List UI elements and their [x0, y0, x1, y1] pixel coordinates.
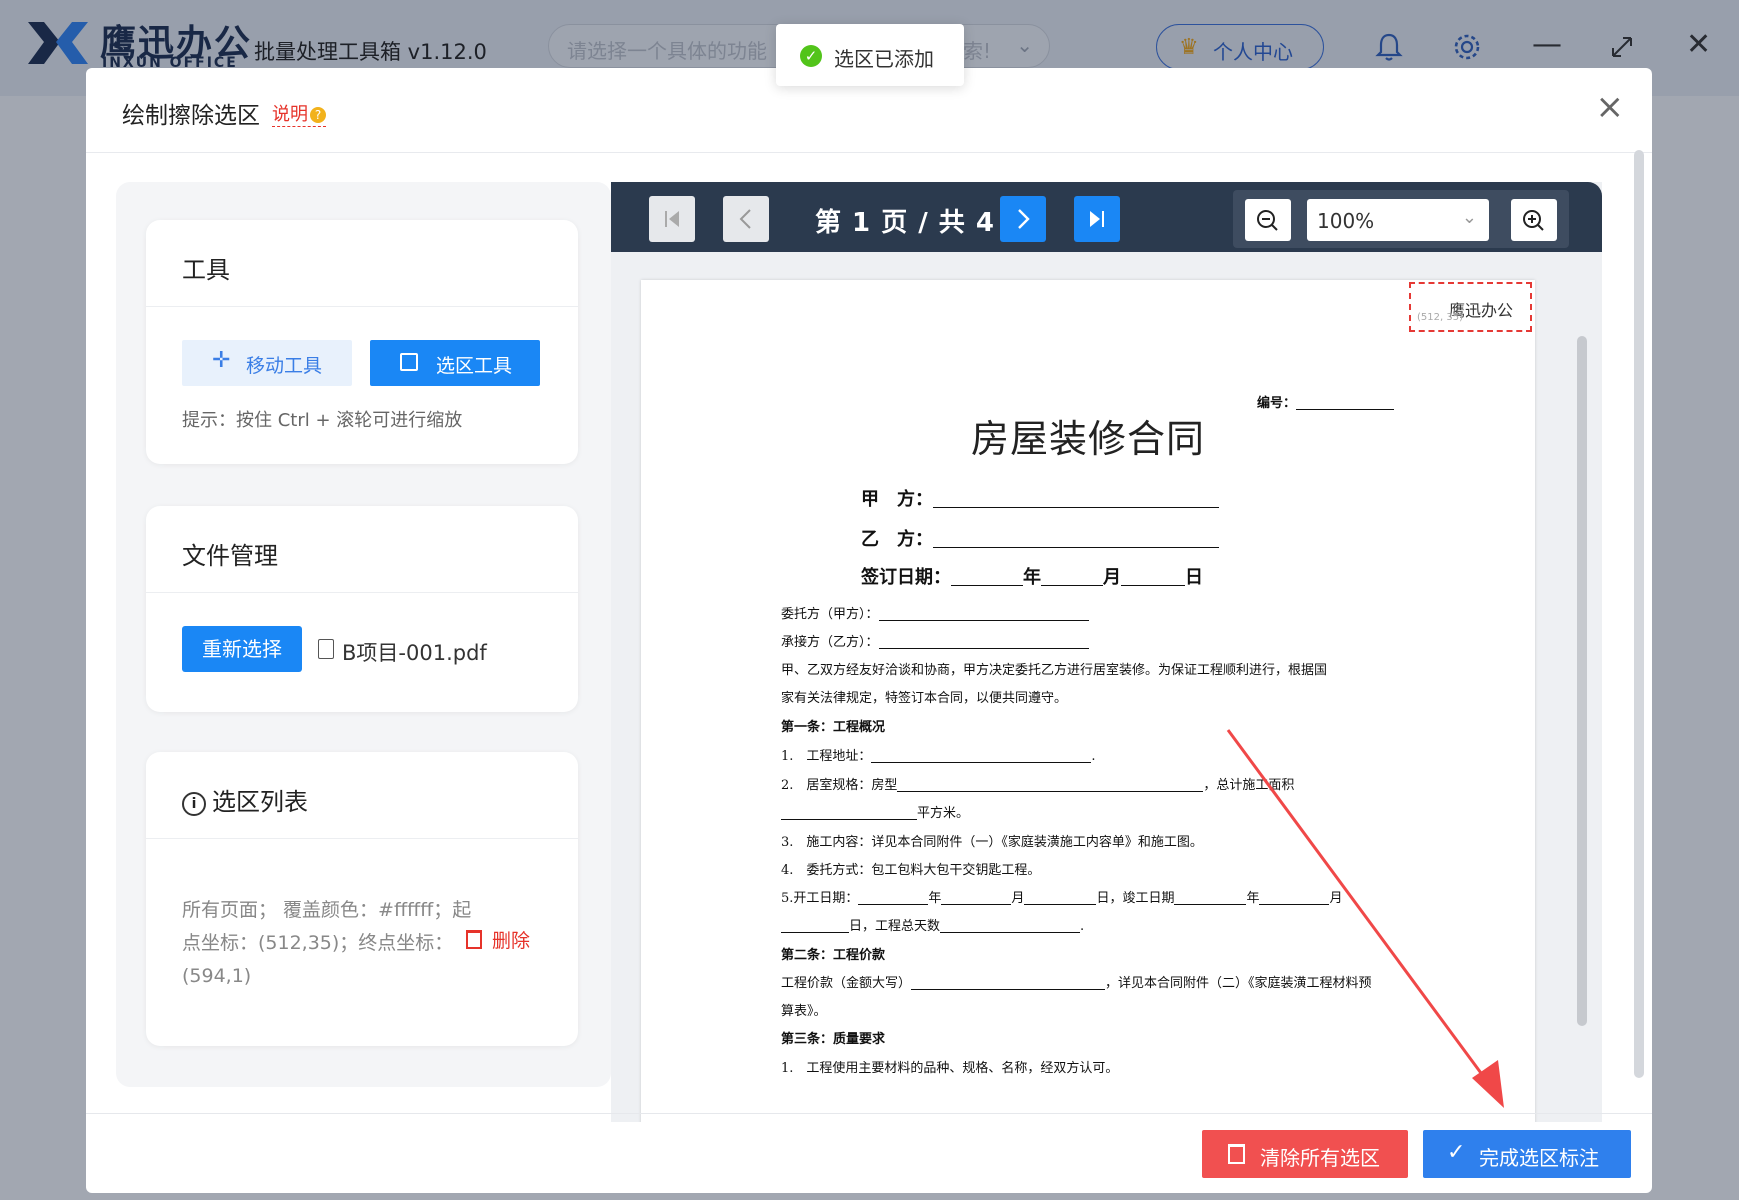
selection-coord-label: (512, 35) — [1417, 312, 1463, 323]
pdf-file-icon — [318, 639, 334, 659]
item-5: 5.开工日期：年月日，竣工日期年月 — [781, 891, 1343, 906]
next-page-button[interactable] — [1000, 196, 1046, 242]
file-name: B项目-001.pdf — [342, 641, 487, 665]
article-3-heading: 第三条：质量要求 — [781, 1032, 886, 1047]
article-2-heading: 第二条：工程价款 — [781, 948, 886, 963]
sign-date-line: 签订日期：年月日 — [861, 567, 1203, 588]
last-page-button[interactable] — [1074, 196, 1120, 242]
item-2-cont: 平方米。 — [781, 802, 969, 821]
move-icon: ✛ — [212, 348, 231, 373]
quality-item-1: 1. 工程使用主要材料的品种、规格、名称，经双方认可。 — [781, 1061, 1119, 1076]
pdf-page[interactable]: 鹰迅办公 (512, 35) 编号： 房屋装修合同 甲 方： 乙 方： 签订日期… — [641, 280, 1535, 1122]
article-1-heading: 第一条：工程概况 — [781, 720, 886, 735]
item-3: 3. 施工内容：详见本合同附件（一）《家庭装潢施工内容单》和施工图。 — [781, 835, 1203, 850]
last-page-icon — [1090, 211, 1104, 227]
item-1: 1. 工程地址：. — [781, 749, 1096, 764]
item-5-cont: 日，工程总天数. — [781, 915, 1084, 934]
question-icon: ? — [310, 107, 326, 123]
selection-list-card: i 选区列表 所有页面； 覆盖颜色：#ffffff；起点坐标：(512,35)；终… — [146, 752, 578, 1046]
tools-card: 工具 ✛ 移动工具 选区工具 提示：按住 Ctrl + 滚轮可进行缩放 — [146, 220, 578, 464]
check-circle-icon: ✓ — [800, 45, 822, 67]
divider — [86, 152, 1652, 153]
clear-all-selections-button[interactable]: 清除所有选区 — [1202, 1130, 1408, 1178]
chevron-right-icon — [1018, 209, 1030, 229]
zoom-in-icon — [1523, 210, 1544, 231]
square-icon — [400, 353, 418, 371]
draw-erase-dialog: 绘制擦除选区 说明? × 工具 ✛ 移动工具 选区工具 提示：按住 Ctrl +… — [86, 68, 1652, 1193]
zoom-controls: 100% ⌄ — [1233, 190, 1569, 248]
item-2: 2. 居室规格：房型 ，总计施工面积 — [781, 778, 1295, 793]
tools-title: 工具 — [182, 256, 230, 284]
divider — [146, 838, 578, 839]
party-a-line: 甲 方： — [861, 485, 1219, 511]
toast-message: 选区已添加 — [834, 47, 934, 71]
select-tool-button[interactable]: 选区工具 — [370, 340, 540, 386]
zoom-out-button[interactable] — [1245, 199, 1291, 241]
select-tool-label: 选区工具 — [436, 355, 513, 377]
file-management-card: 文件管理 重新选择 B项目-001.pdf — [146, 506, 578, 712]
reselect-button[interactable]: 重新选择 — [182, 626, 302, 672]
zoom-hint: 提示：按住 Ctrl + 滚轮可进行缩放 — [182, 410, 463, 431]
intro-line-1: 甲、乙双方经友好洽谈和协商，甲方决定委托乙方进行居室装修。为保证工程顺利进行，根… — [781, 663, 1328, 678]
finish-label: 完成选区标注 — [1479, 1146, 1599, 1170]
trash-icon — [466, 930, 482, 949]
dialog-title: 绘制擦除选区 — [122, 103, 260, 129]
move-tool-label: 移动工具 — [246, 355, 323, 377]
selection-item-text: 所有页面； 覆盖颜色：#ffffff；起点坐标：(512,35)；终点坐标：(5… — [182, 899, 472, 987]
price-line: 工程价款（金额大写） ，详见本合同附件（二）《家庭装潢工程材料预 — [781, 976, 1372, 991]
divider — [146, 592, 578, 593]
selection-list-label: 选区列表 — [212, 788, 308, 816]
pdf-viewer: 第 1 页 / 共 4 页 100% ⌄ 鹰迅办公 (512, 35) 编号： … — [611, 182, 1602, 1122]
zoom-in-button[interactable] — [1511, 199, 1557, 241]
help-label: 说明 — [272, 104, 308, 125]
zoom-out-icon — [1257, 210, 1278, 231]
zoom-value: 100% — [1317, 209, 1375, 233]
info-icon: i — [182, 792, 206, 816]
divider — [86, 1113, 1652, 1114]
help-link[interactable]: 说明? — [272, 100, 326, 127]
document-canvas[interactable]: 鹰迅办公 (512, 35) 编号： 房屋装修合同 甲 方： 乙 方： 签订日期… — [611, 252, 1587, 1122]
delete-label: 删除 — [492, 930, 531, 952]
viewer-toolbar: 第 1 页 / 共 4 页 100% ⌄ — [611, 182, 1602, 252]
clear-all-label: 清除所有选区 — [1260, 1146, 1380, 1170]
zoom-select[interactable]: 100% ⌄ — [1307, 199, 1489, 241]
price-line-cont: 算表》。 — [781, 1004, 827, 1019]
contractor-line: 承接方（乙方）： — [781, 631, 1089, 650]
first-page-icon — [665, 211, 679, 227]
check-icon: ✓ — [1447, 1140, 1466, 1165]
party-b-line: 乙 方： — [861, 525, 1219, 551]
selection-list-title: i 选区列表 — [182, 782, 308, 817]
entrust-line: 委托方（甲方）： — [781, 603, 1089, 622]
success-toast: ✓ 选区已添加 — [776, 24, 964, 86]
dialog-close-icon[interactable]: × — [1596, 90, 1625, 124]
move-tool-button[interactable]: ✛ 移动工具 — [182, 340, 352, 386]
left-panel: 工具 ✛ 移动工具 选区工具 提示：按住 Ctrl + 滚轮可进行缩放 文件管理… — [116, 182, 611, 1087]
dialog-scrollbar[interactable] — [1634, 150, 1644, 1078]
prev-page-button[interactable] — [723, 196, 769, 242]
chevron-left-icon — [739, 209, 751, 229]
first-page-button[interactable] — [649, 196, 695, 242]
delete-selection-button[interactable]: 删除 — [466, 926, 530, 953]
chevron-down-icon: ⌄ — [1461, 207, 1477, 228]
files-title: 文件管理 — [182, 542, 278, 570]
trash-icon — [1228, 1144, 1245, 1164]
document-title: 房屋装修合同 — [971, 417, 1206, 461]
intro-line-2: 家有关法律规定，特签订本合同，以便共同遵守。 — [781, 691, 1068, 706]
viewer-scrollbar[interactable] — [1577, 336, 1587, 1026]
finish-selection-button[interactable]: ✓ 完成选区标注 — [1423, 1130, 1631, 1178]
contract-number: 编号： — [1257, 392, 1395, 411]
item-4: 4. 委托方式：包工包料大包干交钥匙工程。 — [781, 863, 1041, 878]
divider — [146, 306, 578, 307]
